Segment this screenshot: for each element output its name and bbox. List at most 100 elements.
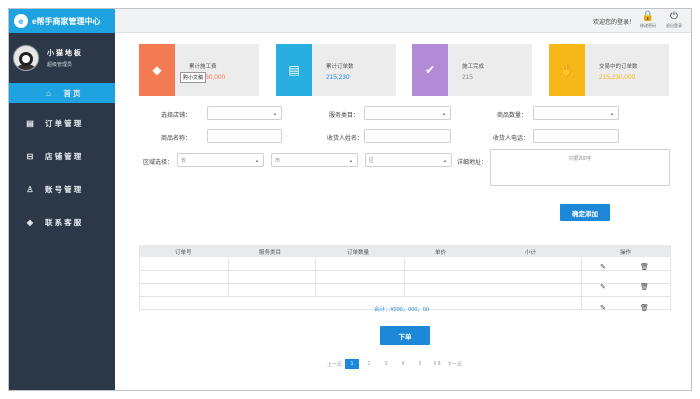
order-icon: ▤ — [26, 119, 34, 128]
region-label: 区域选择： — [143, 160, 174, 166]
sidebar-item-label: 联 系 客 服 — [45, 218, 82, 227]
store-label: 选择店铺： — [161, 113, 192, 119]
province-value: 省 — [181, 157, 187, 164]
sidebar-item-label: 首 页 — [63, 88, 81, 98]
product-label: 商品名称： — [161, 136, 192, 142]
sidebar-item-label: 账 号 管 理 — [45, 185, 82, 194]
brand-bar: e e帮手商家管理中心 — [9, 9, 115, 33]
completed-icon: ✔ — [412, 44, 448, 96]
stat-label: 累计订单数 — [326, 64, 354, 70]
province-select[interactable]: 省 ▲ — [177, 153, 264, 167]
column-header: 订单数量 — [347, 250, 370, 256]
district-select[interactable]: 区 ▲ — [365, 153, 452, 167]
welcome-text: 欢迎您的登录！ — [592, 20, 635, 26]
profile-role: 超级管理员 — [47, 62, 73, 68]
power-icon: ⏻ — [670, 11, 678, 22]
stat-card-trading: ✋ 交易中的订单数 215,230,000 — [549, 44, 669, 96]
lock-icon: 🔒 — [641, 11, 655, 22]
app-title: e帮手商家管理中心 — [32, 16, 101, 26]
page-button[interactable]: 2 — [362, 359, 376, 369]
chevron-down-icon: ▲ — [442, 110, 446, 116]
stat-card-completed: ✔ 施工完成 215 — [412, 44, 532, 96]
table-row — [139, 258, 671, 271]
receiver-input[interactable] — [364, 129, 451, 143]
chevron-down-icon: ▲ — [443, 157, 447, 163]
profile: 小 猫 地 板 超级管理员 — [9, 33, 115, 83]
qty-label: 商品数量： — [497, 113, 528, 119]
table-row — [139, 271, 671, 284]
profile-name: 小 猫 地 板 — [47, 50, 81, 57]
logout-button[interactable]: ⏻ 退出登录 — [663, 11, 685, 29]
address-label: 详细地址： — [457, 160, 488, 166]
add-button[interactable]: 确定添加 — [560, 204, 610, 221]
stat-value: 215,230,000 — [599, 74, 636, 81]
column-header: 操作 — [620, 250, 632, 256]
page-button[interactable]: 3 — [379, 359, 393, 369]
tooltip: 购小文稿 — [180, 72, 207, 83]
table-total: 合计：¥200，000，00 — [374, 307, 430, 313]
edit-icon[interactable]: ✎ — [600, 263, 606, 271]
column-divider — [404, 258, 405, 297]
service-icon: ◈ — [26, 218, 34, 227]
stat-label: 累计施工费 — [189, 64, 217, 70]
shop-icon: ⊟ — [26, 152, 34, 161]
pagination: 上一页 1 2 3 4 5 6 8 下一页 — [327, 359, 462, 369]
chevron-down-icon: ▲ — [610, 110, 614, 116]
place-order-button[interactable]: 下单 — [380, 326, 430, 345]
handshake-icon: ✋ — [549, 44, 585, 96]
prev-page-button[interactable]: 上一页 — [327, 359, 342, 369]
address-textarea[interactable]: 只限200字 — [490, 149, 670, 186]
page-ellipsis: 6 8 — [433, 361, 441, 367]
chevron-down-icon: ▲ — [255, 157, 259, 163]
home-icon: ⌂ — [46, 88, 51, 98]
column-header: 小计 — [525, 250, 537, 256]
column-divider — [228, 258, 229, 297]
phone-label: 收货人电话： — [493, 136, 530, 142]
table-header: 订单号 服务类目 订单数量 单价 小计 操作 — [139, 245, 671, 257]
column-header: 订单号 — [175, 250, 192, 256]
tag-icon: ◆ — [139, 44, 175, 96]
district-value: 区 — [369, 157, 375, 164]
column-divider — [315, 258, 316, 297]
city-value: 市 — [275, 157, 281, 164]
top-bar: 欢迎您的登录！ 🔒 修改密码 ⏻ 退出登录 — [115, 9, 691, 33]
qty-select[interactable]: ▲ — [533, 106, 619, 120]
sidebar-item-shops[interactable]: ⊟ 店 铺 管 理 — [9, 140, 115, 173]
edit-icon[interactable]: ✎ — [600, 283, 606, 291]
delete-icon[interactable]: 🗑 — [640, 263, 649, 271]
phone-input[interactable] — [533, 129, 619, 143]
store-select[interactable]: ▲ — [207, 106, 282, 120]
sidebar-item-orders[interactable]: ▤ 订 单 管 理 — [9, 107, 115, 140]
avatar[interactable] — [13, 45, 39, 71]
sidebar-item-label: 订 单 管 理 — [45, 119, 82, 128]
sidebar-item-accounts[interactable]: ♙ 账 号 管 理 — [9, 173, 115, 206]
change-password-button[interactable]: 🔒 修改密码 — [637, 11, 659, 29]
next-page-button[interactable]: 下一页 — [447, 359, 462, 369]
document-icon: ▤ — [276, 44, 312, 96]
page-button[interactable]: 5 — [413, 359, 427, 369]
stat-label: 施工完成 — [462, 64, 485, 70]
product-input[interactable] — [207, 129, 282, 143]
column-divider — [670, 245, 671, 311]
sidebar: e e帮手商家管理中心 小 猫 地 板 超级管理员 ⌂ 首 页 ▤ 订 单 管 … — [9, 9, 115, 390]
user-icon: ♙ — [26, 185, 34, 194]
chevron-down-icon: ▲ — [349, 157, 353, 163]
brand-logo-icon: e — [14, 14, 28, 28]
column-divider — [139, 245, 140, 311]
stat-card-orders: ▤ 累计订单数 215,230 — [276, 44, 396, 96]
receiver-label: 收货人姓名： — [327, 136, 364, 142]
column-header: 单价 — [435, 250, 447, 256]
chevron-down-icon: ▲ — [273, 110, 277, 116]
stat-value: 215,230 — [326, 74, 350, 81]
delete-icon[interactable]: 🗑 — [640, 283, 649, 291]
page-button[interactable]: 4 — [396, 359, 410, 369]
sidebar-item-support[interactable]: ◈ 联 系 客 服 — [9, 206, 115, 239]
city-select[interactable]: 市 ▲ — [271, 153, 358, 167]
delete-icon[interactable]: 🗑 — [640, 304, 649, 312]
service-label: 服务类目： — [329, 113, 360, 119]
stat-card-fee: ◆ 累计施工费 215,230,000 — [139, 44, 259, 96]
page-button[interactable]: 1 — [345, 359, 360, 369]
sidebar-item-home[interactable]: ⌂ 首 页 — [9, 83, 115, 103]
edit-icon[interactable]: ✎ — [600, 304, 606, 312]
service-select[interactable]: ▲ — [364, 106, 451, 120]
